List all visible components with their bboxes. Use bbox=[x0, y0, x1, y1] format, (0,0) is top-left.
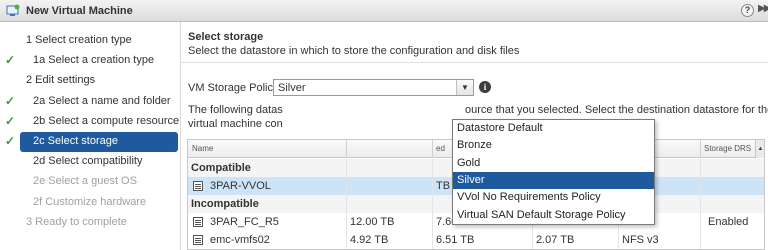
dropdown-option[interactable]: VVol No Requirements Policy bbox=[453, 189, 654, 206]
wizard-step[interactable]: 2 Edit settings bbox=[0, 71, 180, 91]
column-divider[interactable] bbox=[346, 140, 347, 158]
cell-provisioned: 6.51 TB bbox=[436, 234, 475, 246]
wizard-step-label: 3 Ready to complete bbox=[26, 215, 127, 228]
column-divider[interactable] bbox=[432, 140, 433, 158]
dropdown-option[interactable]: Virtual SAN Default Storage Policy bbox=[453, 207, 654, 224]
datastore-icon bbox=[193, 217, 203, 227]
cell-type: NFS v3 bbox=[622, 234, 659, 246]
storage-policy-value: Silver bbox=[278, 82, 306, 94]
help-button[interactable]: ? bbox=[741, 4, 754, 17]
storage-policy-select[interactable]: Silver ▼ bbox=[273, 79, 474, 96]
wizard-step-label: 2d Select compatibility bbox=[33, 155, 143, 168]
window-title: New Virtual Machine bbox=[26, 5, 133, 17]
wizard-step-label: 2 Edit settings bbox=[26, 74, 96, 87]
wizard-step: 2f Customize hardware bbox=[0, 193, 180, 213]
dropdown-option-label: Bronze bbox=[457, 139, 492, 152]
info-icon[interactable]: i bbox=[479, 81, 491, 93]
cell-name: 3PAR-VVOL bbox=[210, 180, 271, 192]
cell-drs: Enabled bbox=[708, 216, 749, 228]
column-header[interactable]: Storage DRS bbox=[704, 144, 751, 153]
column-divider[interactable] bbox=[700, 140, 701, 158]
cell-capacity: 4.92 TB bbox=[350, 234, 389, 246]
dropdown-arrow-icon[interactable]: ▼ bbox=[456, 80, 473, 95]
wizard-step[interactable]: ✓ 2a Select a name and folder bbox=[0, 92, 180, 112]
instructions-text-line2: virtual machine con bbox=[188, 118, 283, 130]
wizard-step-label: 2e Select a guest OS bbox=[33, 175, 137, 188]
cell-name: 3PAR_FC_R5 bbox=[210, 216, 279, 228]
wizard-step: 3 Ready to complete bbox=[0, 213, 180, 233]
column-header[interactable]: Name bbox=[192, 144, 213, 153]
cell-capacity: 12.00 TB bbox=[350, 216, 395, 228]
checkmark-icon: ✓ bbox=[5, 93, 16, 108]
page-description: Select the datastore in which to store t… bbox=[188, 45, 520, 57]
column-divider bbox=[346, 159, 347, 249]
wizard-step-label: 1a Select a creation type bbox=[33, 54, 155, 67]
wizard-step-label: 2f Customize hardware bbox=[33, 195, 147, 208]
checkmark-icon: ✓ bbox=[5, 113, 16, 128]
new-vm-icon bbox=[6, 4, 20, 16]
dropdown-option[interactable]: Datastore Default bbox=[453, 120, 654, 137]
wizard-step-label: 2a Select a name and folder bbox=[33, 94, 171, 107]
select-storage-panel: Select storage Select the datastore in w… bbox=[180, 22, 768, 250]
datastore-icon bbox=[193, 181, 203, 191]
cell-provisioned: TB bbox=[436, 180, 451, 192]
cell-name: emc-vmfs02 bbox=[210, 234, 270, 246]
storage-policy-dropdown: Datastore Default Bronze Gold Silver VVol No… bbox=[452, 119, 655, 225]
dropdown-option-label: Virtual SAN Default Storage Policy bbox=[457, 208, 626, 221]
page-title: Select storage bbox=[188, 31, 264, 43]
storage-policy-label: VM Storage Policy: bbox=[188, 82, 282, 94]
group-label: Compatible bbox=[191, 162, 251, 174]
wizard-step[interactable]: 2d Select compatibility bbox=[0, 152, 180, 172]
dropdown-option-label: Datastore Default bbox=[457, 122, 543, 134]
column-divider bbox=[432, 159, 433, 249]
dropdown-option[interactable]: Silver bbox=[453, 171, 654, 189]
dropdown-option-label: Silver bbox=[457, 173, 485, 186]
dropdown-option-label: VVol No Requirements Policy bbox=[457, 191, 601, 204]
column-header[interactable]: ed bbox=[436, 144, 445, 153]
scroll-up-icon[interactable]: ▲ bbox=[755, 140, 764, 158]
dropdown-option[interactable]: Gold bbox=[453, 155, 654, 172]
instructions-text-end: ource that you selected. Select the dest… bbox=[465, 104, 768, 116]
dropdown-option[interactable]: Bronze bbox=[453, 137, 654, 154]
wizard-step-label: 2b Select a compute resource bbox=[33, 114, 180, 127]
wizard-step[interactable]: ✓ 1a Select a creation type bbox=[0, 51, 180, 71]
divider bbox=[181, 62, 768, 63]
dropdown-option-label: Gold bbox=[457, 156, 481, 169]
expand-icon[interactable]: ▶▶ bbox=[758, 3, 768, 14]
wizard-step[interactable]: 1 Select creation type bbox=[0, 31, 180, 51]
table-row[interactable]: emc-vmfs02 4.92 TB 6.51 TB 2.07 TB NFS v3 bbox=[188, 231, 764, 249]
wizard-step-label: 1 Select creation type bbox=[26, 34, 132, 46]
cell-free: 2.07 TB bbox=[536, 234, 575, 246]
wizard-step-label: 2c Select storage bbox=[33, 135, 118, 147]
column-divider bbox=[700, 159, 701, 249]
instructions-text-start: The following datas bbox=[188, 104, 283, 116]
wizard-step[interactable]: ✓ 2b Select a compute resource bbox=[0, 112, 180, 132]
checkmark-icon: ✓ bbox=[5, 134, 16, 148]
window-title-bar: New Virtual Machine ? ▶▶ bbox=[0, 0, 768, 22]
datastore-icon bbox=[193, 235, 203, 245]
wizard-step: 2e Select a guest OS bbox=[0, 172, 180, 192]
wizard-steps: 1 Select creation type ✓ 1a Select a creat… bbox=[0, 22, 180, 250]
group-label: Incompatible bbox=[191, 198, 259, 210]
checkmark-icon: ✓ bbox=[5, 53, 16, 68]
wizard-step[interactable]: ✓ 2c Select storage bbox=[5, 132, 178, 152]
